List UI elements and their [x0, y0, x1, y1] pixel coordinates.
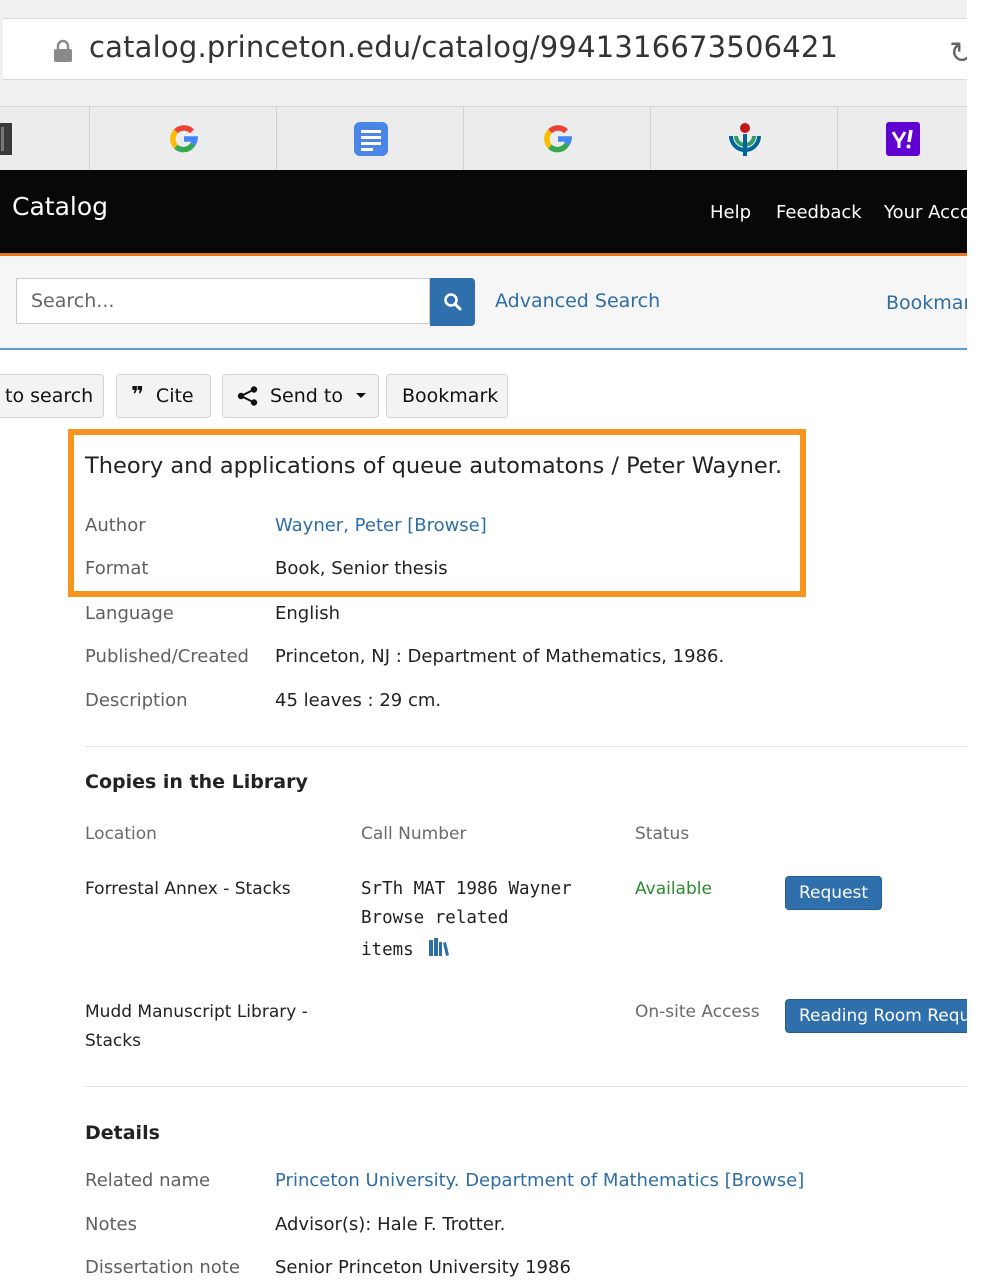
- field-value-format: Book, Senior thesis: [275, 558, 448, 579]
- cite-button[interactable]: ❞ Cite: [116, 374, 211, 418]
- favorite-docs[interactable]: [276, 107, 464, 170]
- column-header-location: Location: [85, 824, 157, 844]
- bookmarks-link[interactable]: Bookmar: [886, 292, 967, 314]
- field-value-dissertation-note: Senior Princeton University 1986: [275, 1257, 571, 1278]
- search-button[interactable]: [430, 278, 475, 326]
- google-icon: [543, 124, 572, 152]
- location-forrestal: Forrestal Annex - Stacks: [85, 879, 291, 899]
- field-label-description: Description: [85, 690, 188, 711]
- field-value-published: Princeton, NJ : Department of Mathematic…: [275, 646, 725, 667]
- bookmark-label: Bookmark: [402, 385, 499, 407]
- site-header: Catalog Help Feedback Your Acco: [0, 170, 967, 256]
- related-name-link[interactable]: Princeton University. Department of Math…: [275, 1170, 804, 1191]
- address-bar[interactable]: catalog.princeton.edu/catalog/9941316673…: [3, 18, 967, 80]
- copies-heading: Copies in the Library: [85, 771, 308, 793]
- advanced-search-link[interactable]: Advanced Search: [495, 290, 660, 312]
- search-input[interactable]: [16, 278, 430, 324]
- field-value-language: English: [275, 603, 340, 624]
- field-value-notes: Advisor(s): Hale F. Trotter.: [275, 1214, 506, 1235]
- status-available: Available: [635, 879, 712, 899]
- divider: [85, 1086, 967, 1087]
- favorite-partial-icon[interactable]: [0, 107, 89, 170]
- column-header-status: Status: [635, 824, 690, 844]
- cite-label: Cite: [155, 385, 194, 407]
- back-to-search-label: to search: [5, 385, 94, 407]
- field-label-author: Author: [85, 515, 146, 536]
- favorite-google[interactable]: [89, 107, 277, 170]
- browse-related-items-link[interactable]: items: [361, 937, 450, 960]
- search-icon: [443, 293, 461, 311]
- field-label-published: Published/Created: [85, 646, 249, 667]
- location-mudd-line2: Stacks: [85, 1031, 141, 1051]
- browse-items-label: items: [361, 940, 414, 960]
- nav-help[interactable]: Help: [710, 202, 751, 223]
- favorite-yahoo[interactable]: [837, 107, 967, 170]
- send-to-label: Send to: [270, 385, 343, 407]
- location-mudd-line1: Mudd Manuscript Library -: [85, 1002, 308, 1022]
- field-label-related-name: Related name: [85, 1170, 211, 1191]
- url-text[interactable]: catalog.princeton.edu/catalog/9941316673…: [89, 30, 838, 64]
- browser-toolbar: catalog.princeton.edu/catalog/9941316673…: [0, 0, 967, 106]
- site-brand[interactable]: Catalog: [12, 192, 108, 221]
- call-number: SrTh MAT 1986 Wayner: [361, 879, 572, 899]
- back-to-search-button[interactable]: to search: [0, 374, 104, 418]
- favorites-bar: [0, 106, 967, 171]
- field-value-description: 45 leaves : 29 cm.: [275, 690, 442, 711]
- send-to-button[interactable]: Send to: [222, 374, 379, 418]
- caret-down-icon: [355, 393, 366, 398]
- field-label-format: Format: [85, 558, 149, 579]
- favorite-wikimedia[interactable]: [650, 107, 838, 170]
- yahoo-icon: [886, 121, 920, 156]
- lock-icon: [54, 39, 72, 62]
- partial-icon: [0, 122, 12, 155]
- browse-related-link[interactable]: Browse related: [361, 908, 509, 928]
- record-title: Theory and applications of queue automat…: [85, 453, 783, 479]
- books-icon: [429, 938, 450, 956]
- details-heading: Details: [85, 1122, 160, 1144]
- docs-icon: [353, 121, 388, 156]
- wikimedia-icon: [728, 122, 761, 156]
- field-label-language: Language: [85, 603, 174, 624]
- search-bar: Advanced Search Bookmar: [0, 256, 967, 350]
- author-link[interactable]: Wayner, Peter [Browse]: [275, 515, 487, 536]
- divider: [85, 746, 967, 747]
- bookmark-button[interactable]: Bookmark: [386, 374, 508, 418]
- reload-icon[interactable]: ↻: [949, 36, 967, 71]
- field-label-dissertation-note: Dissertation note: [85, 1257, 240, 1278]
- nav-your-account[interactable]: Your Acco: [884, 202, 967, 223]
- quote-icon: ❞: [131, 383, 144, 408]
- status-onsite: On-site Access: [635, 1002, 760, 1022]
- request-button[interactable]: Request: [785, 876, 883, 910]
- field-label-notes: Notes: [85, 1214, 137, 1235]
- share-icon: [237, 386, 258, 406]
- column-header-call-number: Call Number: [361, 824, 467, 844]
- nav-feedback[interactable]: Feedback: [776, 202, 862, 223]
- reading-room-request-button[interactable]: Reading Room Reque: [785, 999, 967, 1033]
- favorite-google-2[interactable]: [463, 107, 651, 170]
- browser-viewport: catalog.princeton.edu/catalog/9941316673…: [0, 0, 967, 1288]
- google-icon: [169, 124, 198, 152]
